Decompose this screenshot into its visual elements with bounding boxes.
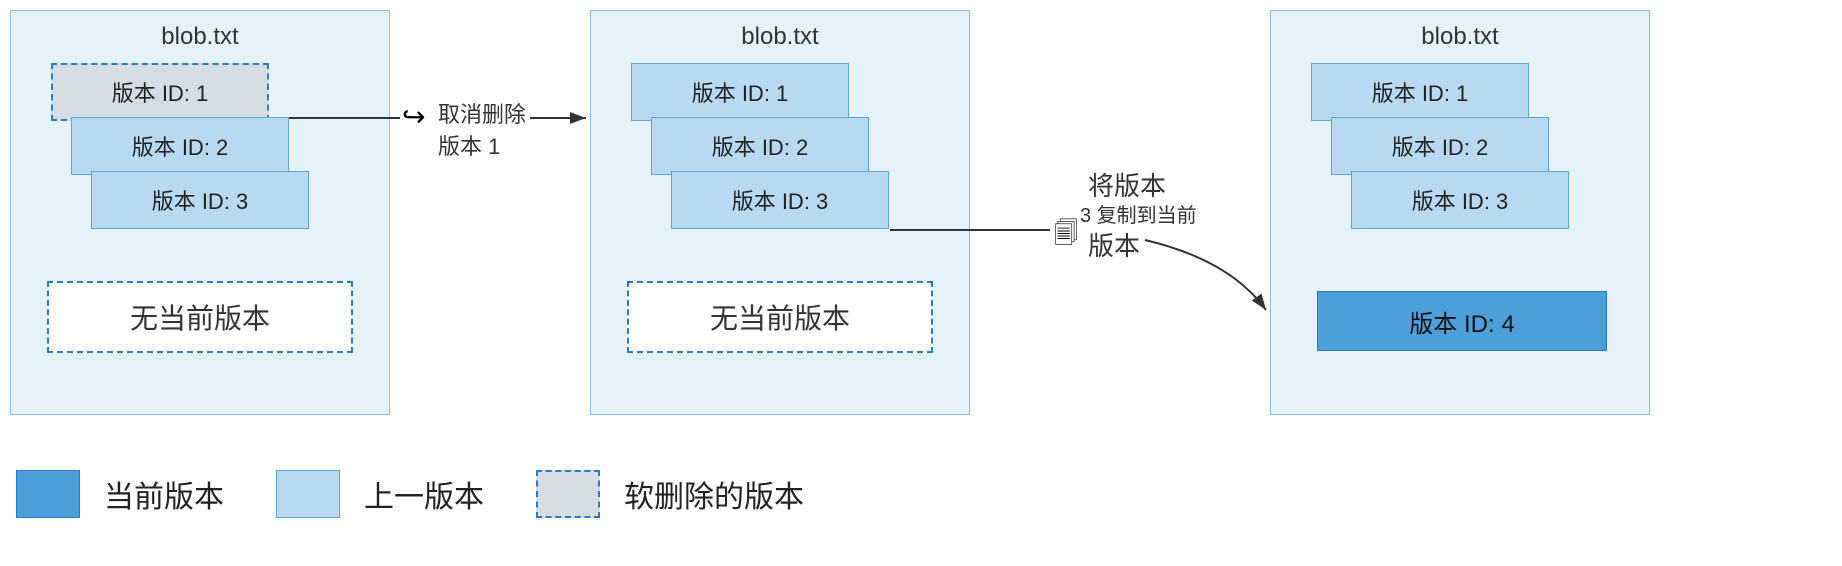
panel-2-version-3: 版本 ID: 3 — [671, 171, 889, 229]
undelete-label-1: 取消删除 — [438, 100, 526, 131]
diagram-row: blob.txt 版本 ID: 1 版本 ID: 2 版本 ID: 3 无当前版… — [10, 10, 1832, 430]
panel-1-version-3: 版本 ID: 3 — [91, 171, 309, 229]
panel-3-current-version: 版本 ID: 4 — [1317, 291, 1607, 351]
panel-1-version-1: 版本 ID: 1 — [51, 63, 269, 121]
panel-3: blob.txt 版本 ID: 1 版本 ID: 2 版本 ID: 3 版本 I… — [1270, 10, 1650, 415]
panel-1-version-2: 版本 ID: 2 — [71, 117, 289, 175]
panel-1: blob.txt 版本 ID: 1 版本 ID: 2 版本 ID: 3 无当前版… — [10, 10, 390, 415]
panel-2-version-2: 版本 ID: 2 — [651, 117, 869, 175]
panel-2: blob.txt 版本 ID: 1 版本 ID: 2 版本 ID: 3 无当前版… — [590, 10, 970, 415]
connector-undelete: ↩ 取消删除 版本 1 — [390, 10, 590, 415]
legend-label-prev: 上一版本 — [364, 472, 484, 516]
legend-swatch-current — [16, 470, 80, 518]
panel-1-no-current: 无当前版本 — [47, 281, 353, 353]
copy-label-1: 将版本 — [1088, 168, 1166, 204]
copy-label-3: 版本 — [1088, 228, 1140, 264]
panel-3-version-1: 版本 ID: 1 — [1311, 63, 1529, 121]
panel-1-stack: 版本 ID: 1 版本 ID: 2 版本 ID: 3 — [51, 63, 389, 233]
undelete-label-2: 版本 1 — [438, 132, 500, 163]
legend: 当前版本 上一版本 软删除的版本 — [10, 470, 1832, 518]
panel-2-title: blob.txt — [591, 11, 969, 59]
legend-label-deleted: 软删除的版本 — [624, 472, 804, 516]
panel-3-version-2: 版本 ID: 2 — [1331, 117, 1549, 175]
panel-1-title: blob.txt — [11, 11, 389, 59]
panel-2-no-current: 无当前版本 — [627, 281, 933, 353]
undo-icon: ↩ — [402, 100, 425, 133]
legend-swatch-prev — [276, 470, 340, 518]
panel-3-title: blob.txt — [1271, 11, 1649, 59]
legend-label-current: 当前版本 — [104, 472, 224, 516]
legend-swatch-deleted — [536, 470, 600, 518]
panel-2-stack: 版本 ID: 1 版本 ID: 2 版本 ID: 3 — [631, 63, 969, 233]
copy-icon: 🗐 — [1054, 216, 1078, 257]
panel-3-stack: 版本 ID: 1 版本 ID: 2 版本 ID: 3 — [1311, 63, 1649, 233]
copy-label-2: 3 复制到当前 — [1080, 202, 1197, 230]
panel-2-version-1: 版本 ID: 1 — [631, 63, 849, 121]
panel-3-version-3: 版本 ID: 3 — [1351, 171, 1569, 229]
connector-copy: 🗐 将版本 3 复制到当前 版本 — [970, 10, 1270, 415]
